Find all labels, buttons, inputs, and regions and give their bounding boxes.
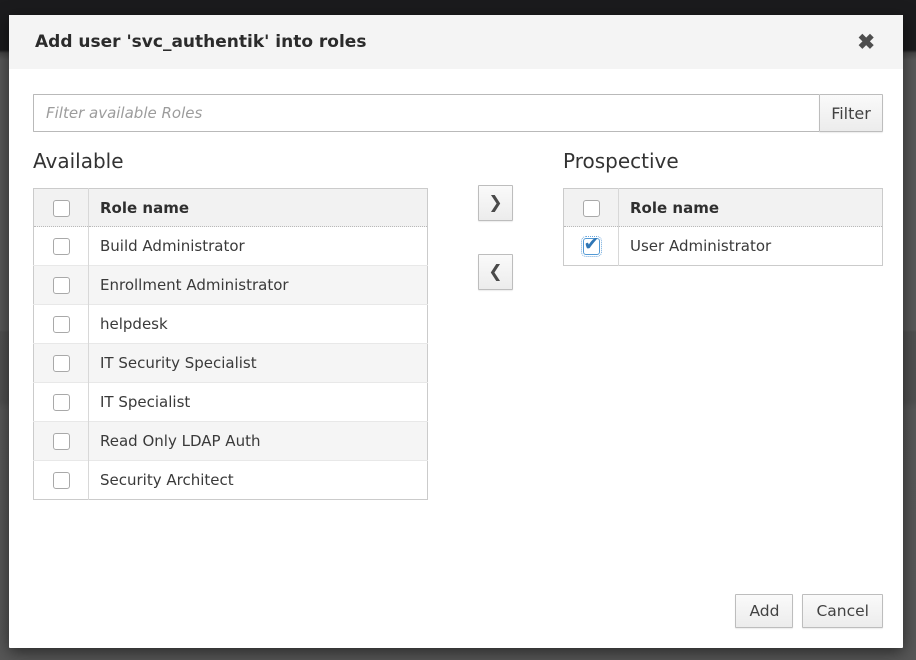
available-table-body: Build Administrator Enrollment Administr… — [34, 227, 428, 500]
table-row: helpdesk — [34, 305, 428, 344]
dialog-title: Add user 'svc_authentik' into roles — [35, 32, 853, 52]
add-roles-dialog: Add user 'svc_authentik' into roles ✖ Fi… — [9, 15, 903, 648]
row-label: IT Security Specialist — [89, 344, 428, 383]
transfer-controls: ❯ ❮ — [428, 185, 563, 500]
prospective-table-body: ✔ User Administrator — [564, 227, 883, 266]
table-row: ✔ User Administrator — [564, 227, 883, 266]
select-all-checkbox[interactable] — [53, 200, 70, 217]
add-button[interactable]: Add — [735, 594, 793, 628]
row-label: helpdesk — [89, 305, 428, 344]
row-label: Security Architect — [89, 461, 428, 500]
select-all-checkbox[interactable] — [583, 200, 600, 217]
prospective-table-header: Role name — [564, 189, 883, 227]
filter-button[interactable]: Filter — [819, 94, 883, 132]
row-checkbox[interactable] — [53, 277, 70, 294]
row-checkbox[interactable] — [53, 433, 70, 450]
prospective-column-header: Role name — [619, 189, 883, 227]
table-row: Build Administrator — [34, 227, 428, 266]
row-label: User Administrator — [619, 227, 883, 266]
available-table-header: Role name — [34, 189, 428, 227]
row-checkbox[interactable]: ✔ — [583, 238, 600, 255]
prospective-heading: Prospective — [563, 149, 883, 173]
prospective-column: Prospective Role name ✔ User Administrat… — [563, 149, 883, 500]
row-label: IT Specialist — [89, 383, 428, 422]
cancel-button[interactable]: Cancel — [802, 594, 883, 628]
filter-input[interactable] — [33, 94, 819, 132]
table-row: Enrollment Administrator — [34, 266, 428, 305]
available-column: Available Role name Build Administrator — [33, 149, 428, 500]
row-label: Build Administrator — [89, 227, 428, 266]
move-left-button[interactable]: ❮ — [478, 254, 513, 290]
row-checkbox[interactable] — [53, 238, 70, 255]
row-label: Read Only LDAP Auth — [89, 422, 428, 461]
row-checkbox[interactable] — [53, 472, 70, 489]
dialog-body: Filter Available Role name — [9, 69, 903, 500]
available-table: Role name Build Administrator Enrollment… — [33, 188, 428, 500]
filter-group: Filter — [33, 94, 883, 132]
table-row: IT Specialist — [34, 383, 428, 422]
prospective-table: Role name ✔ User Administrator — [563, 188, 883, 266]
row-checkbox[interactable] — [53, 355, 70, 372]
row-checkbox[interactable] — [53, 316, 70, 333]
row-checkbox[interactable] — [53, 394, 70, 411]
table-row: Read Only LDAP Auth — [34, 422, 428, 461]
close-icon: ✖ — [857, 31, 875, 54]
available-column-header: Role name — [89, 189, 428, 227]
row-label: Enrollment Administrator — [89, 266, 428, 305]
transfer-columns: Available Role name Build Administrator — [33, 149, 883, 500]
check-icon: ✔ — [584, 233, 600, 255]
dialog-header: Add user 'svc_authentik' into roles ✖ — [9, 15, 903, 69]
dialog-footer: Add Cancel — [735, 594, 883, 628]
table-row: IT Security Specialist — [34, 344, 428, 383]
chevron-left-icon: ❮ — [488, 262, 502, 282]
move-right-button[interactable]: ❯ — [478, 185, 513, 221]
available-heading: Available — [33, 149, 428, 173]
chevron-right-icon: ❯ — [488, 193, 502, 213]
table-row: Security Architect — [34, 461, 428, 500]
close-button[interactable]: ✖ — [853, 30, 879, 55]
